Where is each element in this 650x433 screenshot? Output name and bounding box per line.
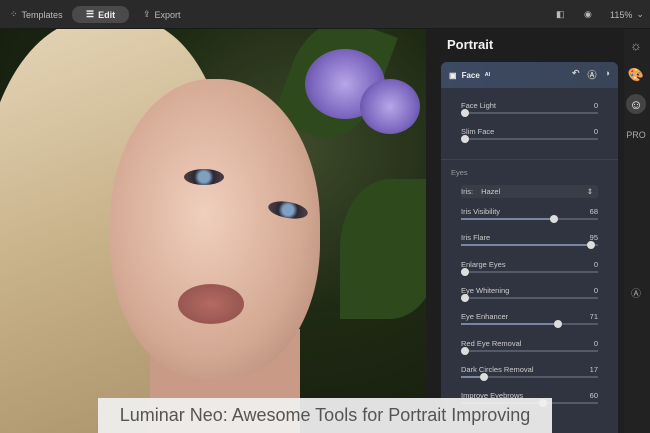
iris-label: Iris: (461, 187, 474, 196)
slider-row: Eye Whitening 0 (461, 285, 598, 302)
lilac-flower (360, 79, 420, 134)
menu-icon: ☰ (86, 9, 95, 19)
slider-row: Face Light 0 (461, 101, 598, 117)
slider-value: 68 (589, 207, 598, 216)
pro-tools[interactable]: PRO (626, 125, 646, 145)
compare-icon[interactable]: ◧ (556, 6, 565, 23)
slider-track[interactable] (461, 241, 598, 250)
slider-value: 0 (593, 127, 598, 136)
slider-track[interactable] (461, 320, 598, 329)
iris-value: Hazel (481, 187, 501, 196)
edit-button[interactable]: ☰ Edit (72, 6, 130, 23)
slider-fill (461, 218, 555, 220)
chevron-down-icon: ⌄ (636, 9, 644, 19)
section-eyes: Eyes (451, 168, 468, 177)
slider-row: Slim Face 0 (461, 127, 598, 143)
slider-track[interactable] (461, 346, 598, 355)
export-label: Export (154, 9, 181, 20)
palette-icon[interactable]: 🎨 (626, 65, 646, 85)
slider-handle[interactable] (461, 135, 470, 143)
slider-track[interactable] (461, 215, 598, 223)
slider-label: Dark Circles Removal (461, 364, 534, 374)
card-title: Face (461, 70, 480, 80)
slider-row: Iris Flare 95 (461, 233, 598, 250)
panel-title: Portrait (447, 37, 494, 52)
slider-handle[interactable] (554, 320, 563, 329)
divider (441, 159, 618, 160)
text-a-icon[interactable]: Ⓐ (626, 282, 646, 302)
slider-row: Red Eye Removal 0 (461, 338, 598, 355)
face (110, 79, 320, 379)
sun-icon[interactable]: ☼ (626, 35, 646, 55)
chevron-updown-icon: ⇕ (586, 187, 593, 196)
slider-label: Red Eye Removal (461, 338, 522, 348)
slider-track[interactable] (461, 135, 598, 143)
export-button[interactable]: ⇪ Export (143, 6, 181, 23)
slider-handle[interactable] (461, 267, 470, 276)
slider-value: 60 (589, 391, 598, 401)
undo-icon[interactable]: ↶ (572, 68, 580, 81)
ai-badge: ᴬᴵ (484, 70, 491, 80)
slider-handle[interactable] (480, 372, 489, 381)
slider-value: 17 (589, 364, 598, 374)
top-toolbar: ⁘ Templates ☰ Edit ⇪ Export ◧ ◉ 115% ⌄ (0, 0, 650, 29)
templates-icon: ⁘ (10, 9, 18, 19)
tool-sidebar (624, 29, 650, 433)
slider-track[interactable] (461, 267, 598, 276)
slider-label: Eye Enhancer (461, 312, 509, 322)
slider-track[interactable] (461, 293, 598, 302)
templates-button[interactable]: ⁘ Templates (10, 6, 63, 23)
zoom-dropdown[interactable]: 115% ⌄ (610, 6, 644, 23)
photo-canvas[interactable] (0, 29, 426, 433)
slider-track[interactable] (461, 372, 598, 381)
slider-value: 0 (593, 101, 598, 110)
face-tool-card: ▣ Face ᴬᴵ ↶ Ⓐ ◑ Face Light 0 Slim Face 0 Eyes… (441, 62, 618, 433)
slider-row: Iris Visibility 68 (461, 207, 598, 223)
left-eye (184, 169, 224, 185)
slider-value: 71 (589, 312, 598, 322)
slider-label: Iris Visibility (461, 207, 501, 216)
slider-fill (461, 323, 559, 326)
slider-value: 0 (593, 338, 598, 348)
leaf (340, 179, 426, 319)
slider-row: Dark Circles Removal 17 (461, 364, 598, 381)
portrait-icon: ▣ (449, 70, 457, 80)
face-card-header[interactable]: ▣ Face ᴬᴵ ↶ Ⓐ ◑ (441, 62, 618, 88)
slider-value: 0 (593, 285, 598, 295)
slider-fill (461, 244, 592, 247)
slider-handle[interactable] (587, 241, 596, 250)
slider-handle[interactable] (461, 109, 470, 117)
slider-track[interactable] (461, 109, 598, 117)
edit-label: Edit (98, 9, 116, 20)
slider-value: 0 (593, 259, 598, 269)
lips (178, 284, 244, 324)
export-icon: ⇪ (143, 9, 151, 19)
slider-label: Eye Whitening (461, 285, 510, 295)
templates-label: Templates (21, 9, 63, 20)
slider-label: Iris Flare (461, 233, 491, 243)
slider-handle[interactable] (550, 215, 559, 223)
face-smile-icon[interactable]: ☺ (626, 94, 646, 114)
slider-row: Eye Enhancer 71 (461, 312, 598, 329)
toggle-icon[interactable]: ◑ (605, 68, 610, 81)
zoom-value: 115% (610, 9, 633, 20)
slider-label: Enlarge Eyes (461, 259, 506, 269)
eye-icon[interactable]: ◉ (584, 6, 592, 23)
slider-handle[interactable] (461, 293, 470, 302)
slider-row: Enlarge Eyes 0 (461, 259, 598, 276)
caption-banner: Luminar Neo: Awesome Tools for Portrait … (98, 398, 552, 433)
iris-select[interactable]: Iris: Hazel ⇕ (461, 185, 598, 198)
auto-icon[interactable]: Ⓐ (588, 68, 597, 81)
slider-handle[interactable] (461, 346, 470, 355)
